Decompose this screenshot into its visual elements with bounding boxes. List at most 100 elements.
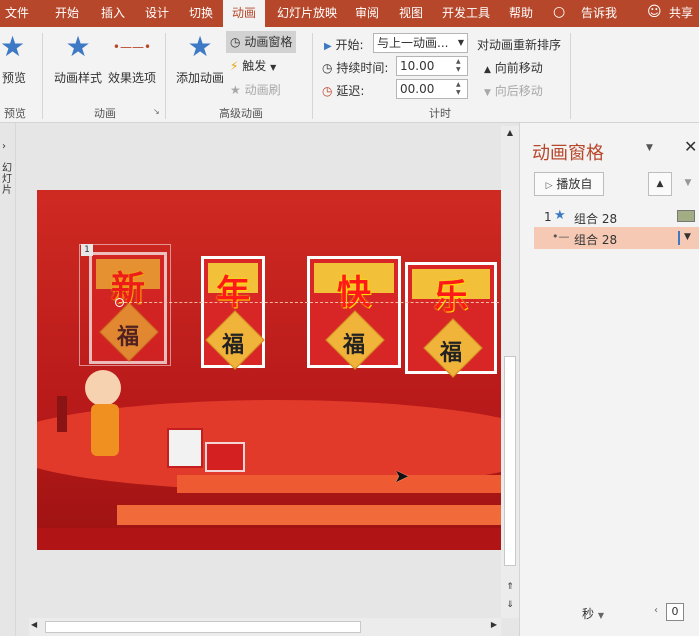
delay-label: ◷ 延迟: — [322, 82, 364, 99]
user-icon: ☺ — [647, 4, 662, 20]
scroll-left-icon[interactable]: ◀ — [31, 620, 37, 629]
selection-box[interactable] — [79, 244, 171, 366]
previous-slide-icon[interactable]: ⇑ — [502, 582, 518, 596]
timeline-marker — [678, 231, 680, 245]
scroll-right-icon[interactable]: ▶ — [491, 620, 497, 629]
move-later-label: 向后移动 — [494, 84, 543, 98]
animation-painter-button[interactable]: ★ 动画刷 — [230, 81, 281, 98]
animation-styles-label: 动画样式 — [54, 71, 103, 85]
trigger-label: 触发 — [242, 59, 267, 73]
animation-pane-label: 动画窗格 — [244, 35, 293, 49]
horizontal-scroll-thumb[interactable] — [45, 621, 361, 633]
effect-options-button[interactable]: •——• 效果选项 — [106, 33, 158, 86]
duration-spinner[interactable]: 10.00 ▲ ▼ — [396, 56, 468, 76]
card-kuai[interactable]: 福 快 — [307, 256, 401, 370]
effect-path-icon: •——• — [112, 40, 152, 54]
vertical-scrollbar[interactable]: ▲ ⇑ ⇓ — [501, 126, 519, 618]
animation-pane-button[interactable]: ◷ 动画窗格 — [226, 31, 297, 53]
add-animation-button[interactable]: ★ 添加动画 — [174, 33, 226, 86]
zoom-value[interactable]: 0 — [666, 603, 684, 621]
tab-insert[interactable]: 插入 — [96, 0, 130, 27]
card-le[interactable]: 福 乐 — [405, 262, 497, 378]
stage-step — [177, 475, 501, 493]
move-earlier-button[interactable]: ▲ 向前移动 — [484, 59, 543, 76]
effect-options-label: 效果选项 — [107, 71, 156, 85]
ribbon-divider — [165, 33, 166, 119]
triangle-up-icon: ▲ — [484, 65, 491, 75]
animation-item-2[interactable]: •— 组合 28 ▼ — [534, 227, 699, 249]
tab-slideshow[interactable]: 幻灯片放映 — [272, 0, 342, 27]
timeline-bar — [677, 210, 695, 222]
delay-value: 00.00 — [400, 82, 435, 96]
animation-order-tag[interactable]: 1 — [81, 244, 93, 256]
vertical-scroll-thumb[interactable] — [504, 356, 516, 566]
item-label: 组合 28 — [574, 212, 618, 226]
scroll-up-icon[interactable]: ▲ — [502, 126, 518, 140]
spinner-up-icon[interactable]: ▲ — [456, 81, 466, 89]
preview-button[interactable]: ★ 预览 — [0, 33, 26, 86]
card-character: 年 — [216, 273, 250, 313]
tab-home[interactable]: 开始 — [50, 0, 84, 27]
move-up-button[interactable]: ▲ — [648, 172, 672, 196]
chevron-right-icon[interactable]: › — [2, 141, 6, 152]
duration-label-text: 持续时间: — [336, 61, 389, 75]
slide[interactable]: 福 新 福 年 福 快 福 乐 1 — [37, 190, 501, 550]
reorder-label: 对动画重新排序 — [477, 38, 562, 52]
animation-painter-label: 动画刷 — [244, 83, 281, 97]
fu-text: 福 — [221, 332, 244, 358]
close-icon[interactable]: ✕ — [684, 137, 697, 156]
share-button[interactable]: 共享 — [664, 0, 698, 27]
animation-star-icon: ★ — [65, 30, 91, 63]
fu-text: 福 — [439, 340, 462, 366]
delay-spinner[interactable]: 00.00 ▲ ▼ — [396, 79, 468, 99]
chevron-down-icon: ▼ — [597, 611, 604, 620]
tab-animations[interactable]: 动画 — [223, 0, 265, 27]
tab-transitions[interactable]: 切换 — [184, 0, 218, 27]
duration-value: 10.00 — [400, 59, 435, 73]
animation-item-1[interactable]: 1 ★ 组合 28 — [534, 207, 699, 227]
item-number: 1 — [544, 210, 552, 224]
lightning-icon: ⚡ — [230, 59, 239, 73]
animation-group-label: 动画 — [94, 107, 116, 120]
animation-styles-button[interactable]: ★ 动画样式 — [54, 33, 102, 86]
tell-me-search[interactable]: 告诉我 — [575, 0, 623, 27]
play-from-button[interactable]: ▷ 播放自 — [534, 172, 604, 196]
tab-design[interactable]: 设计 — [140, 0, 174, 27]
play-from-label: 播放自 — [556, 177, 593, 191]
card-nian[interactable]: 福 年 — [201, 256, 265, 370]
spinner-up-icon[interactable]: ▲ — [456, 58, 466, 66]
chevron-down-icon: ▼ — [270, 63, 277, 72]
tab-view[interactable]: 视图 — [394, 0, 428, 27]
tab-help[interactable]: 帮助 — [504, 0, 538, 27]
start-select[interactable]: 与上一动画... ▼ — [373, 33, 468, 53]
spinner-down-icon[interactable]: ▼ — [456, 66, 466, 74]
advanced-group-label: 高级动画 — [219, 107, 263, 120]
pane-options-icon[interactable]: ▼ — [646, 143, 653, 153]
seconds-dropdown[interactable]: 秒 ▼ — [582, 605, 604, 622]
lightbulb-icon: ○ — [553, 4, 566, 20]
trigger-button[interactable]: ⚡ 触发 ▼ — [230, 57, 276, 74]
animation-pane-icon: ◷ — [230, 35, 241, 49]
gift-box — [205, 442, 245, 472]
tab-file[interactable]: 文件 — [2, 0, 32, 27]
tab-review[interactable]: 审阅 — [350, 0, 384, 27]
preview-group-label: 预览 — [4, 107, 26, 120]
horizontal-scrollbar[interactable]: ◀ ▶ — [29, 618, 501, 636]
add-animation-star-icon: ★ — [187, 30, 213, 63]
stage-floor — [37, 528, 501, 550]
item-label: 组合 28 — [574, 233, 618, 247]
ribbon-divider — [312, 33, 313, 119]
zoom-out-icon[interactable]: ‹ — [654, 605, 658, 616]
move-down-button[interactable]: ▼ — [676, 172, 699, 196]
dialog-launcher-icon[interactable]: ↘ — [153, 107, 160, 116]
add-animation-label: 添加动画 — [175, 71, 224, 85]
spinner-down-icon[interactable]: ▼ — [456, 89, 466, 97]
thumbnail-collapsed-bar[interactable]: › 幻灯片 — [0, 123, 16, 636]
next-slide-icon[interactable]: ⇓ — [502, 600, 518, 614]
child-figure-head — [85, 370, 121, 406]
chevron-down-icon[interactable]: ▼ — [684, 232, 691, 242]
tab-developer[interactable]: 开发工具 — [438, 0, 494, 27]
move-later-button[interactable]: ▼ 向后移动 — [484, 82, 543, 99]
motion-path-line[interactable] — [119, 302, 499, 303]
play-icon: ▷ — [545, 181, 553, 191]
